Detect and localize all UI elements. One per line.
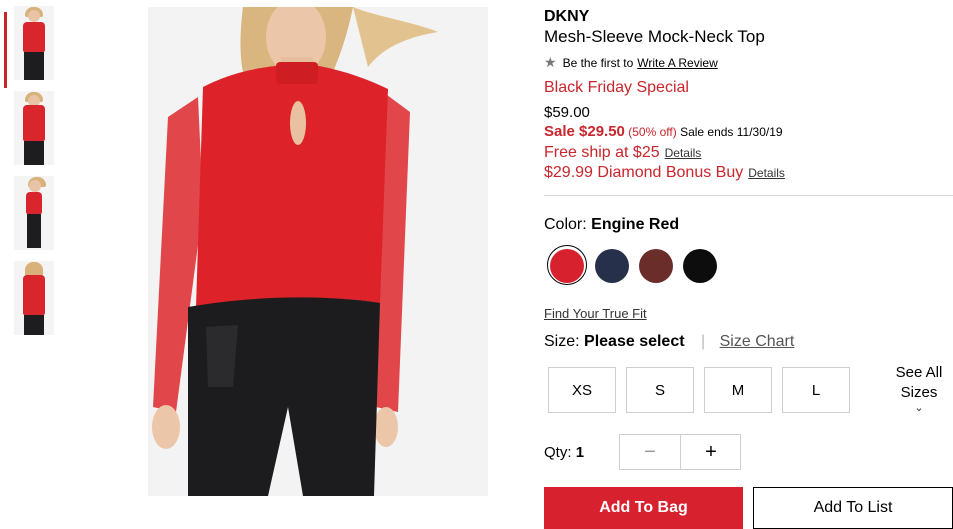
star-icon: ★ [544, 54, 557, 70]
qty-increase-button[interactable]: + [681, 435, 741, 469]
color-label-text: Color: [544, 216, 587, 233]
color-label: Color: Engine Red [544, 216, 679, 234]
brand-name[interactable]: DKNY [544, 8, 589, 26]
qty-stepper: − + [619, 434, 741, 470]
free-ship-row: Free ship at $25 Details [544, 144, 701, 162]
add-to-list-button[interactable]: Add To List [753, 487, 953, 529]
bonus-buy-details-link[interactable]: Details [748, 166, 785, 180]
write-review-link[interactable]: Write A Review [637, 56, 717, 70]
sale-percent: (50% off) [628, 125, 677, 139]
size-chart-link[interactable]: Size Chart [720, 333, 795, 350]
size-button-m[interactable]: M [704, 367, 772, 413]
size-button-s[interactable]: S [626, 367, 694, 413]
sale-price-row: Sale $29.50 (50% off) Sale ends 11/30/19 [544, 123, 783, 140]
color-swatch-navy[interactable] [595, 249, 629, 283]
promo-title: Black Friday Special [544, 79, 689, 96]
color-swatch-engine-red[interactable] [550, 249, 584, 283]
selected-color: Engine Red [591, 216, 680, 233]
main-product-image[interactable] [148, 7, 488, 496]
qty-label: Qty: 1 [544, 444, 584, 461]
size-button-xs[interactable]: XS [548, 367, 616, 413]
thumbnail-side-view[interactable] [14, 176, 54, 250]
model-illustration [152, 7, 438, 496]
size-selected: Please select [584, 333, 685, 350]
chevron-down-icon: ⌄ [914, 402, 924, 414]
qty-decrease-button[interactable]: − [620, 435, 681, 469]
qty-value: 1 [575, 444, 585, 461]
thumbnail-back-view[interactable] [14, 261, 54, 335]
free-ship-details-link[interactable]: Details [665, 146, 702, 160]
size-label: Size: [544, 333, 580, 350]
thumbnail-front-view[interactable] [14, 6, 54, 80]
product-name: Mesh-Sleeve Mock-Neck Top [544, 27, 765, 46]
size-label-row: Size: Please select | Size Chart [544, 333, 794, 351]
see-all-line1: See All [895, 364, 943, 381]
size-separator: | [701, 333, 706, 350]
review-prompt: ★ Be the first to Write A Review [544, 54, 718, 71]
sale-price: Sale $29.50 [544, 123, 625, 140]
divider [544, 195, 953, 196]
see-all-line2: Sizes [900, 384, 938, 401]
original-price: $59.00 [544, 104, 590, 121]
bonus-buy-row: $29.99 Diamond Bonus Buy Details [544, 164, 785, 182]
review-prefix: Be the first to [562, 55, 634, 70]
thumbnail-front-close-view[interactable] [14, 91, 54, 165]
color-swatch-black[interactable] [683, 249, 717, 283]
color-swatch-burgundy[interactable] [639, 249, 673, 283]
bonus-buy-text: $29.99 Diamond Bonus Buy [544, 164, 744, 181]
qty-label-text: Qty: [544, 444, 572, 461]
true-fit-link[interactable]: Find Your True Fit [544, 306, 647, 321]
free-ship-text: Free ship at $25 [544, 144, 660, 161]
size-button-l[interactable]: L [782, 367, 850, 413]
add-to-bag-button[interactable]: Add To Bag [544, 487, 743, 529]
thumbnail-selected-indicator [4, 12, 7, 88]
sale-ends: Sale ends 11/30/19 [680, 125, 783, 139]
see-all-sizes-button[interactable]: See All Sizes ⌄ [888, 363, 950, 414]
